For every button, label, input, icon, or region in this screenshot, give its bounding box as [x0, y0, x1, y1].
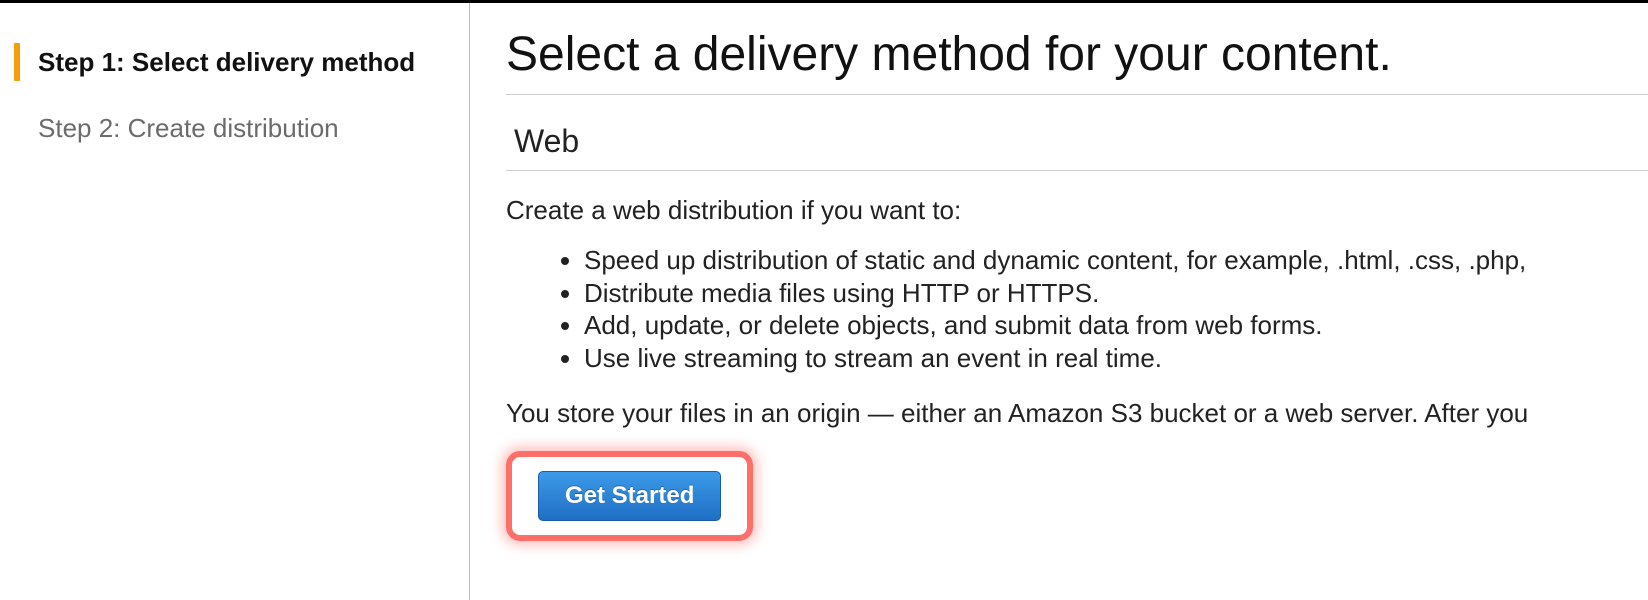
- wizard-sidebar: Step 1: Select delivery method Step 2: C…: [0, 3, 470, 600]
- main-content: Select a delivery method for your conten…: [470, 3, 1648, 600]
- feature-list: Speed up distribution of static and dyna…: [506, 244, 1648, 374]
- section-title-web: Web: [506, 123, 1648, 171]
- page-title: Select a delivery method for your conten…: [506, 27, 1648, 95]
- get-started-button[interactable]: Get Started: [538, 471, 721, 521]
- active-step-indicator: [14, 43, 20, 81]
- inactive-step-indicator: [14, 109, 20, 147]
- list-item: Add, update, or delete objects, and subm…: [584, 309, 1648, 342]
- highlight-annotation: Get Started: [506, 451, 753, 541]
- step-label: Step 2: Create distribution: [38, 113, 339, 144]
- step-2-create-distribution[interactable]: Step 2: Create distribution: [14, 109, 449, 147]
- list-item: Use live streaming to stream an event in…: [584, 342, 1648, 375]
- origin-note: You store your files in an origin — eith…: [506, 398, 1648, 429]
- step-1-select-delivery-method[interactable]: Step 1: Select delivery method: [14, 43, 449, 81]
- list-item: Speed up distribution of static and dyna…: [584, 244, 1648, 277]
- step-label: Step 1: Select delivery method: [38, 47, 415, 78]
- intro-text: Create a web distribution if you want to…: [506, 195, 1648, 226]
- list-item: Distribute media files using HTTP or HTT…: [584, 277, 1648, 310]
